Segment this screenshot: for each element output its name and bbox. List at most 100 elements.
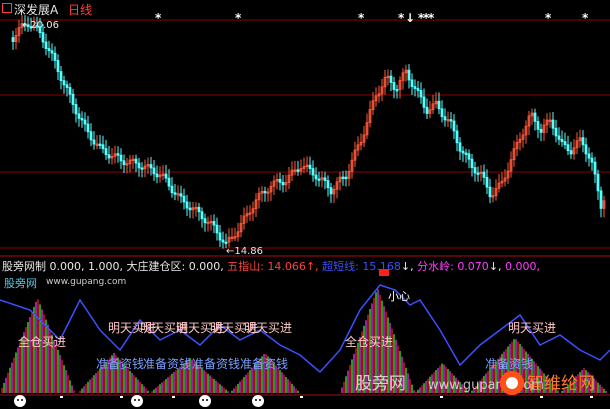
candle (170, 185, 174, 194)
tick-marker (60, 396, 63, 398)
candle (182, 195, 186, 203)
candle (80, 118, 84, 121)
candle (407, 69, 411, 81)
tick-marker (440, 396, 443, 398)
candle (392, 82, 396, 90)
candle (62, 80, 66, 86)
candle (326, 180, 330, 189)
candle (167, 177, 171, 187)
candle (65, 84, 69, 88)
candle (44, 41, 48, 49)
candle (593, 161, 597, 175)
candle (314, 174, 318, 180)
candle (119, 154, 123, 162)
candle (458, 142, 462, 152)
signal-star-icon: * (398, 11, 405, 25)
candle (551, 119, 555, 129)
careful-label: 小心 (388, 290, 410, 303)
candle (341, 176, 345, 179)
candle (140, 167, 144, 170)
candle (308, 164, 312, 169)
value-zhuang: 0.000, (188, 260, 224, 273)
candle (224, 241, 228, 244)
chart-canvas[interactable]: * * * * ↓ *** * *←20.06←14.86全仓买进明天买进明天买进明天买进明天… (0, 0, 610, 409)
candle (440, 108, 444, 118)
tick-marker (540, 396, 543, 398)
signal-star-icon: * (155, 11, 162, 25)
value-chaoduanxian: 15.168 (362, 260, 401, 273)
smiley-icon (199, 395, 211, 407)
candle (461, 150, 465, 154)
tick-marker (172, 396, 175, 398)
candle (86, 123, 90, 133)
candle (485, 176, 489, 188)
label-wuzhishan: 五指山: (227, 260, 264, 273)
candle (599, 190, 603, 209)
prepare-money-label: 准备资钱 (192, 356, 240, 371)
buy-full-label: 全仓买进 (18, 334, 66, 349)
candle (89, 131, 93, 141)
smiley-icon (21, 399, 23, 401)
candle (104, 148, 108, 156)
chart-window: 深发展A 日线 * * * * ↓ * * * * * ←20.06 ←14.86 全仓买进 明天买进 明天… (0, 0, 610, 409)
candle (410, 79, 414, 88)
smiley-icon (138, 399, 140, 401)
smiley-icon (252, 395, 264, 407)
signal-star-icon: * (358, 11, 365, 25)
low-price-label: ←14.86 (226, 246, 263, 257)
candle (419, 90, 423, 98)
signal-star-icon: * (545, 11, 552, 25)
buy-tomorrow-label: 明天买进 (244, 321, 292, 335)
candle (185, 201, 189, 209)
arrow-down-icon: ↓, (488, 260, 502, 273)
candle (452, 120, 456, 132)
label-zhuang: 大庄建仓区: (126, 260, 186, 273)
value-fenshuiling: 0.070 (457, 260, 489, 273)
candle (179, 193, 183, 197)
candle (389, 75, 393, 83)
candle (116, 153, 120, 156)
tick-marker (300, 396, 303, 398)
candle (98, 143, 102, 146)
candle (596, 173, 600, 192)
candle (323, 177, 327, 181)
candle (311, 168, 315, 176)
candle (47, 48, 51, 52)
candle (395, 89, 399, 92)
tick-marker (120, 396, 123, 398)
arrow-down-icon: ↓, (400, 260, 414, 273)
candle (101, 144, 105, 150)
smiley-icon (206, 399, 208, 401)
candle (416, 88, 420, 91)
candle (203, 218, 207, 224)
candle (59, 71, 63, 82)
candle (467, 153, 471, 160)
value-wuzhishan: 14.066 (267, 260, 306, 273)
high-price-label: ←20.06 (22, 20, 59, 31)
candle (317, 178, 321, 181)
smiley-icon (259, 399, 261, 401)
indicator-values-line: 股旁网制 0.000, 1.000, 大庄建仓区: 0.000, 五指山: 14… (2, 258, 540, 274)
candle (536, 121, 540, 130)
candle (563, 141, 567, 146)
indicator-name[interactable]: 股旁网制 (2, 260, 46, 273)
candle (569, 150, 573, 155)
candle (188, 207, 192, 211)
buy-full-label: 全仓买进 (345, 334, 393, 349)
candle (212, 220, 216, 226)
candle (122, 160, 126, 166)
candle (470, 158, 474, 168)
candle (173, 192, 177, 195)
candle (263, 190, 267, 194)
candle (464, 152, 468, 155)
candle (281, 181, 285, 186)
site-name-label: 股旁网 (4, 277, 37, 290)
tick-marker (590, 396, 593, 398)
candle (53, 52, 57, 61)
smiley-icon (14, 395, 26, 407)
candle (155, 173, 159, 178)
candle (539, 128, 543, 133)
buy-tomorrow-label: 明天买进 (508, 321, 556, 335)
candle (533, 112, 537, 122)
candle (218, 232, 222, 241)
